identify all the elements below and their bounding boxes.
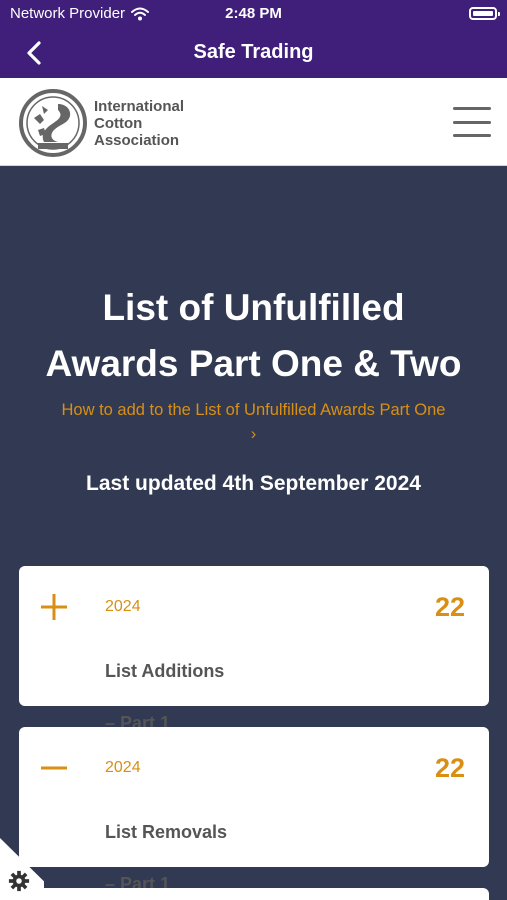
hero-title-line: Awards Part One & Two: [45, 343, 462, 384]
ica-logo[interactable]: International Cotton Association: [18, 88, 184, 158]
gear-icon[interactable]: [8, 870, 30, 892]
card-label: List Removals – Part 1: [105, 793, 227, 900]
battery-icon: [469, 7, 500, 20]
page-title: Safe Trading: [193, 41, 314, 63]
accordion-list-additions[interactable]: 2024 22 List Additions – Part 1: [19, 566, 489, 733]
how-to-add-link-text: How to add to the List of Unfulfilled Aw…: [61, 401, 446, 419]
hamburger-line: [453, 134, 491, 137]
card-label-line: List Removals: [105, 822, 228, 842]
logo-text-line: International: [94, 97, 185, 115]
logo-text-line: Cotton: [94, 114, 143, 132]
card-count: 22: [434, 592, 465, 622]
nav-bar: Safe Trading: [0, 28, 507, 78]
hero-title: List of Unfulfilled Awards Part One & Tw…: [0, 280, 507, 392]
hero-title-line: List of Unfulfilled: [102, 287, 405, 328]
site-header: International Cotton Association: [0, 78, 507, 166]
logo-text: International Cotton Association: [94, 98, 184, 149]
logo-text-line: Association: [94, 131, 180, 149]
status-bar: Network Provider 2:48 PM: [0, 0, 507, 28]
how-to-add-link[interactable]: How to add to the List of Unfulfilled Aw…: [0, 398, 507, 446]
menu-button[interactable]: [453, 104, 491, 140]
chevron-right-icon: ›: [250, 425, 257, 443]
ica-logo-mark: [19, 89, 87, 157]
card-label-line: List Additions: [105, 661, 225, 681]
last-updated: Last updated 4th September 2024: [86, 472, 421, 495]
card-year: 2024: [105, 598, 141, 615]
hamburger-line: [453, 107, 491, 110]
accordion-next-partial[interactable]: [19, 888, 489, 900]
plus-icon: [41, 594, 67, 620]
card-count: 22: [434, 753, 465, 783]
clock: 2:48 PM: [225, 5, 282, 22]
accordion-list-removals[interactable]: 2024 22 List Removals – Part 1: [19, 727, 489, 894]
hamburger-line: [453, 120, 491, 124]
card-year: 2024: [105, 759, 141, 776]
minus-icon: [41, 766, 67, 770]
